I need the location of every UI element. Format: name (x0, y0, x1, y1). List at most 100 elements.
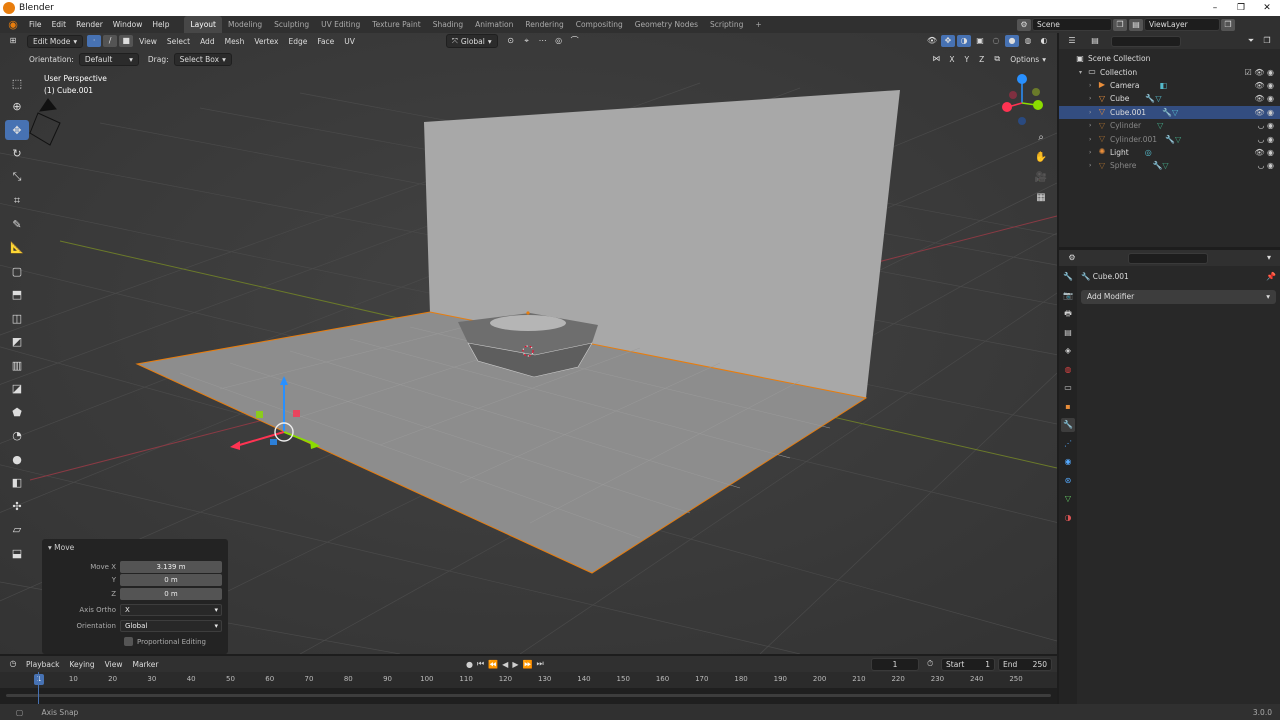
mirror-z-toggle[interactable]: Z (974, 55, 989, 64)
world-tab-icon[interactable]: ◍ (1061, 363, 1075, 377)
viewlayer-icon[interactable]: ▤ (1129, 18, 1143, 31)
measure-tool-icon[interactable]: 📐 (5, 238, 29, 258)
start-frame-field[interactable]: Start 1 (941, 657, 995, 671)
minimize-button[interactable]: – (1202, 0, 1228, 16)
tab-compositing[interactable]: Compositing (570, 16, 629, 33)
edge-slide-tool-icon[interactable]: ◧ (5, 473, 29, 493)
close-button[interactable]: ✕ (1254, 0, 1280, 16)
pin-icon[interactable]: 📌 (1266, 272, 1276, 281)
zoom-icon[interactable]: ⌕ (1032, 129, 1050, 147)
menu-keying[interactable]: Keying (64, 660, 99, 669)
blender-logo-icon[interactable]: ◉ (6, 18, 20, 32)
menu-playback[interactable]: Playback (21, 660, 64, 669)
scene-tab-icon[interactable]: ◈ (1061, 344, 1075, 358)
mode-dropdown[interactable]: Edit Mode ▾ (27, 34, 84, 48)
data-tab-icon[interactable]: ▽ (1061, 492, 1075, 506)
rotate-tool-icon[interactable]: ↻ (5, 144, 29, 164)
menu-add[interactable]: Add (195, 37, 220, 46)
transform-orientation-dropdown[interactable]: ⤧ Global ▾ (445, 34, 498, 48)
new-collection-icon[interactable]: ❐ (1260, 35, 1274, 47)
menu-face[interactable]: Face (312, 37, 339, 46)
render-tab-icon[interactable]: 📷 (1061, 289, 1075, 303)
scale-tool-icon[interactable]: ⤡ (5, 167, 29, 187)
mirror-y-toggle[interactable]: Y (960, 55, 975, 64)
menu-uv[interactable]: UV (339, 37, 360, 46)
expand-icon[interactable]: › (1089, 109, 1097, 116)
view-layer-tab-icon[interactable]: ▤ (1061, 326, 1075, 340)
scene-icon[interactable]: ⚙ (1017, 18, 1031, 31)
proportional-editing-checkbox[interactable] (124, 637, 133, 646)
face-select-icon[interactable]: ■ (119, 35, 134, 47)
axis-ortho-dropdown[interactable]: X ▾ (120, 603, 222, 616)
falloff-icon[interactable]: ⌒ (568, 35, 582, 47)
play-icon[interactable]: ▶ (512, 660, 518, 669)
move-x-field[interactable]: 3.139 m (120, 560, 222, 573)
tool-tab-icon[interactable]: 🔧 (1061, 270, 1075, 284)
menu-view[interactable]: View (134, 37, 162, 46)
tab-layout[interactable]: Layout (184, 16, 222, 33)
end-frame-field[interactable]: End 250 (998, 657, 1052, 671)
xray-icon[interactable]: ▣ (973, 35, 987, 47)
chevron-down-icon[interactable]: ▾ (1262, 252, 1276, 264)
timeline-ruler[interactable]: 1 10 20 30 40 50 60 70 80 90 100 110 120 130 140 150 16… (0, 672, 1057, 688)
hidden-eye-icon[interactable]: ◡ ◉ (1257, 161, 1274, 170)
tab-texture-paint[interactable]: Texture Paint (366, 16, 426, 33)
drag-dropdown[interactable]: Select Box ▾ (173, 52, 232, 66)
collection-row[interactable]: ▾ ▭ Collection ☑ 👁 ◉ (1059, 65, 1280, 78)
3d-viewport[interactable]: ⊞ Edit Mode ▾ · / ■ View Select Add Mesh … (0, 33, 1057, 654)
add-workspace-button[interactable]: + (749, 16, 767, 33)
shear-tool-icon[interactable]: ▱ (5, 520, 29, 540)
ortho-toggle-icon[interactable]: ▦ (1032, 189, 1050, 207)
outliner-item-cylinder-001[interactable]: › ▽ Cylinder.001 🔧▽ ◡ ◉ (1059, 132, 1280, 145)
menu-file[interactable]: File (24, 16, 47, 33)
spin-tool-icon[interactable]: ◔ (5, 426, 29, 446)
menu-vertex[interactable]: Vertex (249, 37, 283, 46)
menu-help[interactable]: Help (147, 16, 174, 33)
select-box-tool-icon[interactable]: ⬚ (5, 73, 29, 93)
prev-keyframe-icon[interactable]: ⏪ (488, 660, 498, 669)
tab-animation[interactable]: Animation (469, 16, 519, 33)
loop-cut-tool-icon[interactable]: ▥ (5, 355, 29, 375)
overlay-toggle-icon[interactable]: ◑ (957, 35, 971, 47)
tab-uv-editing[interactable]: UV Editing (315, 16, 366, 33)
filter-icon[interactable]: ⏷ (1244, 35, 1258, 47)
menu-edge[interactable]: Edge (283, 37, 312, 46)
editor-type-icon[interactable]: ⊞ (6, 35, 20, 47)
visibility-eye-icon[interactable]: 👁 ◉ (1254, 94, 1274, 103)
expand-icon[interactable]: › (1089, 95, 1097, 102)
tab-geometry-nodes[interactable]: Geometry Nodes (629, 16, 704, 33)
jump-end-icon[interactable]: ⏭ (536, 659, 543, 669)
visibility-eye-icon[interactable]: 👁 ◉ (1254, 148, 1274, 157)
poly-build-tool-icon[interactable]: ⬟ (5, 402, 29, 422)
orientation-dropdown[interactable]: Default ▾ (78, 52, 139, 66)
menu-render[interactable]: Render (71, 16, 108, 33)
gizmo-toggle-icon[interactable]: ✥ (941, 35, 955, 47)
expand-icon[interactable]: › (1089, 149, 1097, 156)
particles-tab-icon[interactable]: ⋰ (1061, 437, 1075, 451)
playhead[interactable]: 1 (34, 674, 44, 685)
camera-view-icon[interactable]: 🎥 (1032, 169, 1050, 187)
vertex-select-icon[interactable]: · (87, 35, 102, 47)
material-tab-icon[interactable]: ◑ (1061, 511, 1075, 525)
expand-icon[interactable]: › (1089, 162, 1097, 169)
cursor-tool-icon[interactable]: ⊕ (5, 97, 29, 117)
add-cube-tool-icon[interactable]: ▢ (5, 261, 29, 281)
record-icon[interactable]: ● (466, 660, 473, 669)
hidden-eye-icon[interactable]: ◡ ◉ (1257, 121, 1274, 130)
output-tab-icon[interactable]: 🖶 (1061, 307, 1075, 321)
expand-icon[interactable]: › (1089, 82, 1097, 89)
outliner-item-cube-001[interactable]: › ▽ Cube.001 🔧▽ 👁 ◉ (1059, 105, 1280, 119)
properties-search-input[interactable] (1128, 252, 1208, 264)
annotate-tool-icon[interactable]: ✎ (5, 214, 29, 234)
visibility-eye-icon[interactable]: 👁 ◉ (1254, 81, 1274, 90)
expand-icon[interactable]: › (1089, 122, 1097, 129)
snap-icon[interactable]: ⌖ (520, 35, 534, 47)
timeline-scrollbar[interactable] (6, 694, 1051, 697)
edge-select-icon[interactable]: / (103, 35, 118, 47)
menu-edit[interactable]: Edit (47, 16, 72, 33)
outliner-item-camera[interactable]: › ▶ Camera ◧ 👁 ◉ (1059, 79, 1280, 92)
new-viewlayer-icon[interactable]: ❐ (1221, 18, 1235, 31)
auto-merge-icon[interactable]: ⧉ (990, 53, 1004, 65)
clock-icon[interactable]: ⏱ (927, 659, 933, 669)
collection-visibility-icon[interactable]: ☑ 👁 ◉ (1245, 68, 1274, 77)
